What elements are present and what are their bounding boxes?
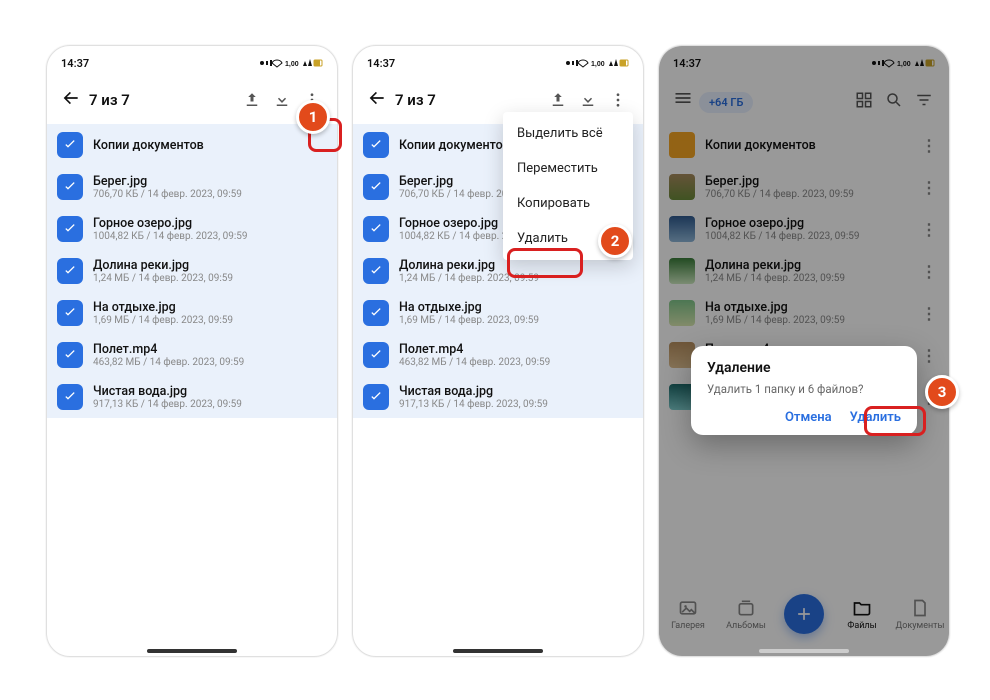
dialog-title: Удаление <box>707 360 901 376</box>
file-meta: 1,24 МБ / 14 февр. 2023, 09:59 <box>93 273 327 284</box>
menu-copy[interactable]: Копировать <box>503 186 633 221</box>
checkbox-checked-icon[interactable] <box>57 132 83 158</box>
checkbox-checked-icon[interactable] <box>363 342 389 368</box>
checkbox-checked-icon[interactable] <box>57 384 83 410</box>
file-name: Копии документов <box>93 138 327 153</box>
file-name: Горное озеро.jpg <box>93 216 327 231</box>
download-icon <box>579 91 597 109</box>
file-name: На отдыхе.jpg <box>399 300 633 315</box>
menu-select-all[interactable]: Выделить всё <box>503 116 633 151</box>
selection-header: 7 из 7 <box>47 76 337 124</box>
list-item[interactable]: На отдыхе.jpg 1,69 МБ / 14 февр. 2023, 0… <box>47 292 337 334</box>
share-icon <box>549 91 567 109</box>
svg-text:1,00: 1,00 <box>591 61 605 68</box>
checkbox-checked-icon[interactable] <box>57 216 83 242</box>
share-button[interactable] <box>237 85 267 115</box>
home-indicator <box>759 649 849 653</box>
phone-screen-2: 14:37 1,00 7 из 7 <box>352 45 644 657</box>
svg-text:1,00: 1,00 <box>285 61 299 68</box>
list-item[interactable]: На отдыхе.jpg 1,69 МБ / 14 февр. 2023, 0… <box>353 292 643 334</box>
file-meta: 1004,82 КБ / 14 февр. 2023, 09:59 <box>93 231 327 242</box>
checkbox-checked-icon[interactable] <box>363 132 389 158</box>
list-item[interactable]: Чистая вода.jpg 917,13 КБ / 14 февр. 202… <box>353 376 643 418</box>
checkbox-checked-icon[interactable] <box>363 300 389 326</box>
list-item[interactable]: Полет.mp4 463,82 МБ / 14 февр. 2023, 09:… <box>353 334 643 376</box>
file-meta: 463,82 МБ / 14 февр. 2023, 09:59 <box>93 357 327 368</box>
status-time: 14:37 <box>367 57 395 70</box>
file-name: Долина реки.jpg <box>93 258 327 273</box>
status-icons: 1,00 <box>259 57 323 69</box>
file-meta: 917,13 КБ / 14 февр. 2023, 09:59 <box>93 399 327 410</box>
list-item[interactable]: Горное озеро.jpg 1004,82 КБ / 14 февр. 2… <box>47 208 337 250</box>
checkbox-checked-icon[interactable] <box>363 216 389 242</box>
more-button[interactable] <box>603 85 633 115</box>
back-button[interactable] <box>363 88 391 112</box>
dialog-message: Удалить 1 папку и 6 файлов? <box>707 382 901 396</box>
list-item[interactable]: Чистая вода.jpg 917,13 КБ / 14 февр. 202… <box>47 376 337 418</box>
checkbox-checked-icon[interactable] <box>363 384 389 410</box>
more-vert-icon <box>609 91 627 109</box>
file-meta: 917,13 КБ / 14 февр. 2023, 09:59 <box>399 399 633 410</box>
share-button[interactable] <box>543 85 573 115</box>
callout-badge-1: 1 <box>296 100 330 134</box>
file-name: Полет.mp4 <box>399 342 633 357</box>
menu-move[interactable]: Переместить <box>503 151 633 186</box>
home-indicator <box>453 649 543 653</box>
file-name: Полет.mp4 <box>93 342 327 357</box>
back-button[interactable] <box>57 88 85 112</box>
file-list: Копии документов Берег.jpg 706,70 КБ / 1… <box>47 124 337 418</box>
download-icon <box>273 91 291 109</box>
file-meta: 463,82 МБ / 14 февр. 2023, 09:59 <box>399 357 633 368</box>
selection-title: 7 из 7 <box>391 91 543 109</box>
status-bar: 14:37 1,00 <box>353 46 643 76</box>
list-item-folder[interactable]: Копии документов <box>47 124 337 166</box>
list-item[interactable]: Берег.jpg 706,70 КБ / 14 февр. 2023, 09:… <box>47 166 337 208</box>
phone-screen-3: 14:37 1,00 +64 ГБ <box>658 45 950 657</box>
checkbox-checked-icon[interactable] <box>363 174 389 200</box>
checkbox-checked-icon[interactable] <box>57 258 83 284</box>
home-indicator <box>147 649 237 653</box>
file-meta: 1,69 МБ / 14 февр. 2023, 09:59 <box>399 315 633 326</box>
file-meta: 706,70 КБ / 14 февр. 2023, 09:59 <box>93 189 327 200</box>
list-item[interactable]: Полет.mp4 463,82 МБ / 14 февр. 2023, 09:… <box>47 334 337 376</box>
file-name: Чистая вода.jpg <box>399 384 633 399</box>
callout-badge-2: 2 <box>598 224 632 258</box>
phone-screen-1: 14:37 1,00 7 из 7 <box>46 45 338 657</box>
download-button[interactable] <box>573 85 603 115</box>
arrow-left-icon <box>367 88 387 108</box>
checkbox-checked-icon[interactable] <box>57 342 83 368</box>
file-meta: 1,69 МБ / 14 февр. 2023, 09:59 <box>93 315 327 326</box>
status-icons: 1,00 <box>565 57 629 69</box>
status-time: 14:37 <box>61 57 89 70</box>
status-bar: 14:37 1,00 <box>47 46 337 76</box>
checkbox-checked-icon[interactable] <box>57 300 83 326</box>
file-name: На отдыхе.jpg <box>93 300 327 315</box>
callout-ring-3 <box>864 406 926 436</box>
callout-badge-3: 3 <box>925 375 959 409</box>
file-name: Берег.jpg <box>93 174 327 189</box>
dialog-cancel-button[interactable]: Отмена <box>785 410 832 425</box>
file-name: Чистая вода.jpg <box>93 384 327 399</box>
list-item[interactable]: Долина реки.jpg 1,24 МБ / 14 февр. 2023,… <box>47 250 337 292</box>
download-button[interactable] <box>267 85 297 115</box>
arrow-left-icon <box>61 88 81 108</box>
callout-ring-2 <box>507 248 583 278</box>
selection-title: 7 из 7 <box>85 91 237 109</box>
share-icon <box>243 91 261 109</box>
checkbox-checked-icon[interactable] <box>363 258 389 284</box>
checkbox-checked-icon[interactable] <box>57 174 83 200</box>
